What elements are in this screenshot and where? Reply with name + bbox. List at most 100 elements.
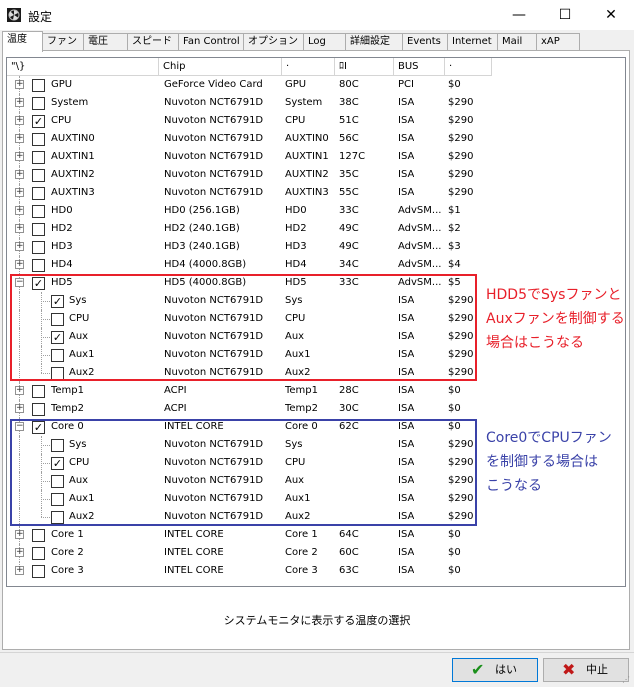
tab-speed[interactable]: スピード	[127, 33, 179, 50]
table-row[interactable]: + AUXTIN1 Nuvoton NCT6791D AUXTIN1 127C ISA $2…	[7, 148, 625, 166]
tab-voltage[interactable]: 電圧	[83, 33, 128, 50]
table-row[interactable]: + HD4 HD4 (4000.8GB) HD4 34C AdvSM... $4	[7, 256, 625, 274]
row-bus: ISA	[398, 385, 415, 396]
tab-xap[interactable]: xAP	[536, 33, 580, 50]
app-fan-icon	[7, 8, 21, 22]
row-address: $0	[448, 79, 461, 90]
tab-events[interactable]: Events	[402, 33, 448, 50]
column-header-value[interactable]: ﾛI	[335, 58, 394, 76]
tab-fan[interactable]: ファン	[42, 33, 84, 50]
resize-grip-icon[interactable]: ⋰	[622, 675, 632, 685]
expand-icon[interactable]: +	[15, 530, 24, 539]
row-name: Temp2	[51, 403, 85, 414]
window-title: 設定	[28, 10, 53, 24]
table-row[interactable]: + AUXTIN0 Nuvoton NCT6791D AUXTIN0 56C ISA $29…	[7, 130, 625, 148]
expand-icon[interactable]: +	[15, 386, 24, 395]
row-checkbox[interactable]	[32, 151, 45, 164]
column-header-sensor[interactable]: ·	[282, 58, 335, 76]
hdd5-annotation-line: 場合はこうなる	[486, 335, 584, 351]
row-checkbox[interactable]	[32, 529, 45, 542]
close-button[interactable]: ✕	[588, 0, 634, 30]
row-chip: HD2 (240.1GB)	[164, 223, 240, 234]
row-checkbox[interactable]	[32, 223, 45, 236]
expand-icon[interactable]: +	[15, 206, 24, 215]
row-checkbox[interactable]	[32, 169, 45, 182]
row-checkbox[interactable]	[32, 403, 45, 416]
expand-icon[interactable]: +	[15, 170, 24, 179]
ok-button[interactable]: ✔ はい	[452, 658, 538, 682]
row-temperature: 55C	[339, 187, 359, 198]
row-sensor: AUXTIN3	[285, 187, 329, 198]
expand-icon[interactable]: +	[15, 80, 24, 89]
tab-advanced[interactable]: 詳細設定	[345, 33, 403, 50]
expand-icon[interactable]: +	[15, 260, 24, 269]
expand-icon[interactable]: +	[15, 152, 24, 161]
row-sensor: Core 1	[285, 529, 318, 540]
maximize-button[interactable]: ☐	[542, 0, 588, 30]
expand-icon[interactable]: +	[15, 188, 24, 197]
column-header-name[interactable]: "\}	[7, 58, 159, 76]
row-chip: Nuvoton NCT6791D	[164, 115, 264, 126]
expand-icon[interactable]: +	[15, 548, 24, 557]
expand-icon[interactable]: +	[15, 224, 24, 233]
row-bus: ISA	[398, 151, 415, 162]
row-sensor: AUXTIN2	[285, 169, 329, 180]
table-row[interactable]: + HD2 HD2 (240.1GB) HD2 49C AdvSM... $2	[7, 220, 625, 238]
expand-icon[interactable]: +	[15, 134, 24, 143]
expand-icon[interactable]: +	[15, 116, 24, 125]
expand-icon[interactable]: +	[15, 404, 24, 413]
table-row[interactable]: + AUXTIN3 Nuvoton NCT6791D AUXTIN3 55C ISA $29…	[7, 184, 625, 202]
row-checkbox[interactable]	[32, 97, 45, 110]
cancel-button-label: 中止	[586, 663, 608, 676]
row-checkbox[interactable]	[32, 385, 45, 398]
row-checkbox[interactable]	[32, 241, 45, 254]
button-bar-divider	[0, 652, 634, 653]
row-address: $290	[448, 97, 474, 108]
tab-fan-control[interactable]: Fan Control	[178, 33, 244, 50]
row-checkbox[interactable]	[32, 565, 45, 578]
row-chip: INTEL CORE	[164, 547, 224, 558]
table-row[interactable]: + ✓ CPU Nuvoton NCT6791D CPU 51C ISA $290	[7, 112, 625, 130]
column-header-chip[interactable]: Chip	[159, 58, 282, 76]
table-row[interactable]: + Core 3 INTEL CORE Core 3 63C ISA $0	[7, 562, 625, 580]
row-checkbox[interactable]	[32, 259, 45, 272]
table-row[interactable]: + HD3 HD3 (240.1GB) HD3 49C AdvSM... $3	[7, 238, 625, 256]
minimize-button[interactable]: —	[496, 0, 542, 30]
row-chip: Nuvoton NCT6791D	[164, 97, 264, 108]
cancel-button[interactable]: ✖ 中止	[543, 658, 629, 682]
column-header-bus[interactable]: BUS	[394, 58, 445, 76]
expand-icon[interactable]: +	[15, 242, 24, 251]
tab-options[interactable]: オプション	[243, 33, 304, 50]
row-checkbox[interactable]	[32, 79, 45, 92]
row-checkbox[interactable]	[32, 133, 45, 146]
row-address: $0	[448, 385, 461, 396]
tab-log[interactable]: Log	[303, 33, 346, 50]
tab-strip: 温度 ファン 電圧 スピード Fan Control オプション Log 詳細設…	[0, 31, 634, 52]
expand-icon[interactable]: +	[15, 566, 24, 575]
table-row[interactable]: + Temp1 ACPI Temp1 28C ISA $0	[7, 382, 625, 400]
row-address: $3	[448, 241, 461, 252]
tab-mail[interactable]: Mail	[497, 33, 537, 50]
table-row[interactable]: + AUXTIN2 Nuvoton NCT6791D AUXTIN2 35C ISA $29…	[7, 166, 625, 184]
table-row[interactable]: + GPU GeForce Video Card GPU 80C PCI $0	[7, 76, 625, 94]
row-checkbox[interactable]	[32, 205, 45, 218]
table-row[interactable]: + Core 2 INTEL CORE Core 2 60C ISA $0	[7, 544, 625, 562]
expand-icon[interactable]: +	[15, 98, 24, 107]
row-checkbox[interactable]: ✓	[32, 115, 45, 128]
tab-internet[interactable]: Internet	[447, 33, 498, 50]
table-row[interactable]: + Temp2 ACPI Temp2 30C ISA $0	[7, 400, 625, 418]
row-checkbox[interactable]	[32, 187, 45, 200]
table-row[interactable]: + HD0 HD0 (256.1GB) HD0 33C AdvSM... $1	[7, 202, 625, 220]
row-checkbox[interactable]	[32, 547, 45, 560]
row-chip: INTEL CORE	[164, 529, 224, 540]
row-temperature: 64C	[339, 529, 359, 540]
table-row[interactable]: + Core 1 INTEL CORE Core 1 64C ISA $0	[7, 526, 625, 544]
row-bus: AdvSM...	[398, 259, 442, 270]
row-name: GPU	[51, 79, 73, 90]
cross-icon: ✖	[562, 660, 576, 679]
column-header-address[interactable]: ·	[445, 58, 492, 76]
table-row[interactable]: + System Nuvoton NCT6791D System 38C ISA $290	[7, 94, 625, 112]
row-bus: AdvSM...	[398, 223, 442, 234]
row-bus: AdvSM...	[398, 241, 442, 252]
tab-temperature[interactable]: 温度	[2, 31, 43, 52]
